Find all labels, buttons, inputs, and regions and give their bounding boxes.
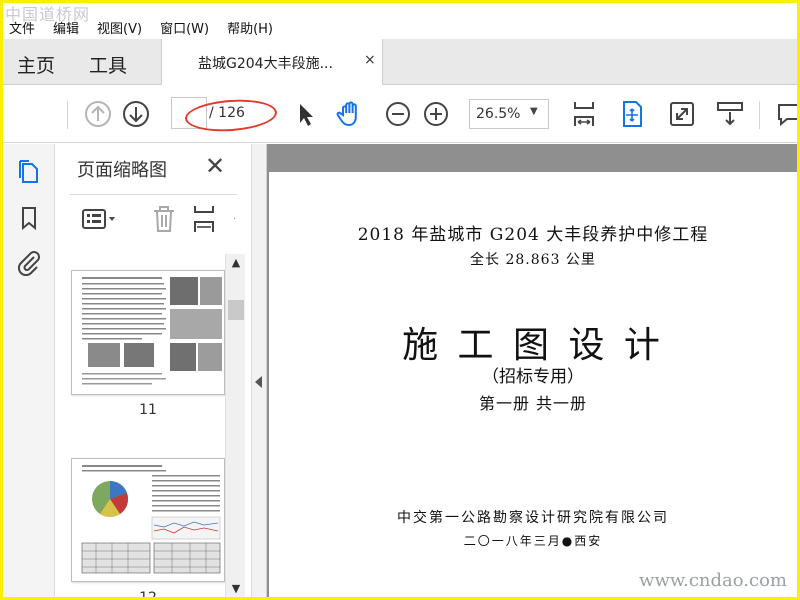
tab-bar: 主页 工具 盐城G204大丰段施... × [3, 39, 797, 86]
bookmark-icon[interactable] [15, 204, 43, 232]
page-thumbnail[interactable] [71, 458, 225, 582]
document-heading: 2018 年盐城市 G204 大丰段养护中修工程 [357, 225, 709, 245]
document-subtitle: （招标专用） [482, 367, 584, 387]
zoom-out-icon[interactable] [383, 99, 413, 129]
thumbnail-page-number: 12 [71, 590, 225, 597]
tab-home[interactable]: 主页 [17, 51, 55, 78]
panel-title: 页面缩略图 [77, 160, 167, 181]
toolbar: / 126 26.5% ▼ [3, 85, 797, 143]
menu-file[interactable]: 文件 [3, 18, 35, 37]
thumbnail-image [82, 277, 222, 385]
full-screen-icon[interactable] [667, 99, 697, 129]
thumbnail-scrollbar[interactable]: ▲ ▼ [225, 254, 245, 597]
fit-page-icon[interactable] [569, 99, 599, 129]
page-thumbnail[interactable] [71, 270, 225, 395]
thumbnail-page-number: 11 [139, 402, 157, 418]
scroll-mode-icon[interactable] [715, 99, 745, 129]
app-window: 中国道桥网 文件 编辑 视图(V) 窗口(W) 帮助(H) 主页 工具 盐城G2… [3, 3, 797, 597]
more-icon[interactable]: · [233, 214, 236, 225]
menu-view[interactable]: 视图(V) [91, 18, 142, 37]
menu-help[interactable]: 帮助(H) [221, 18, 273, 37]
close-panel-icon[interactable]: ✕ [205, 152, 225, 180]
chevron-down-icon: ▼ [530, 106, 538, 117]
previous-page-icon[interactable] [83, 99, 113, 129]
thumbnail-list: 11 [55, 248, 227, 597]
navigation-rail [3, 144, 55, 597]
document-organization: 中交第一公路勘察设计研究院有限公司 [397, 510, 669, 526]
page-thumbnails-icon[interactable] [15, 158, 43, 186]
document-page: 2018 年盐城市 G204 大丰段养护中修工程 全长 28.863 公里 施 … [269, 172, 797, 597]
fit-thumbnail-icon[interactable] [191, 204, 217, 234]
comment-icon[interactable] [773, 99, 797, 129]
hand-tool-icon[interactable] [335, 99, 365, 129]
select-tool-icon[interactable] [291, 99, 321, 129]
thumbnail-image [81, 465, 221, 574]
panel-divider [69, 194, 237, 195]
toolbar-divider [67, 101, 68, 129]
toolbar-divider [759, 101, 760, 129]
document-viewport: 2018 年盐城市 G204 大丰段养护中修工程 全长 28.863 公里 施 … [267, 144, 797, 597]
rotate-page-icon[interactable] [617, 99, 647, 129]
thumbnail-panel: 页面缩略图 ✕ · 11 ▲ ▼ [55, 144, 251, 597]
zoom-in-icon[interactable] [421, 99, 451, 129]
collapse-panel-icon[interactable] [255, 376, 262, 388]
close-tab-icon[interactable]: × [364, 52, 376, 68]
menu-bar: 文件 编辑 视图(V) 窗口(W) 帮助(H) [3, 17, 797, 37]
thumbnail-options-icon[interactable] [81, 204, 119, 234]
scroll-down-icon[interactable]: ▼ [228, 582, 244, 597]
document-tab-label: 盐城G204大丰段施... [198, 56, 333, 72]
document-tab[interactable]: 盐城G204大丰段施... × [161, 39, 383, 86]
zoom-value: 26.5% [476, 106, 521, 122]
menu-window[interactable]: 窗口(W) [154, 18, 209, 37]
document-length: 全长 28.863 公里 [470, 252, 596, 268]
zoom-select[interactable]: 26.5% ▼ [469, 99, 549, 129]
scrollbar-thumb[interactable] [228, 300, 244, 320]
menu-edit[interactable]: 编辑 [47, 18, 79, 37]
next-page-icon[interactable] [121, 99, 151, 129]
panel-splitter[interactable] [251, 144, 267, 597]
document-volume: 第一册 共一册 [478, 394, 588, 413]
scroll-up-icon[interactable]: ▲ [228, 256, 244, 272]
tab-tools[interactable]: 工具 [89, 51, 127, 78]
delete-page-icon[interactable] [151, 204, 177, 234]
document-title: 施 工 图 设 计 [402, 325, 664, 366]
document-date: 二〇一八年三月●西安 [463, 534, 603, 548]
attachment-icon[interactable] [15, 248, 43, 276]
